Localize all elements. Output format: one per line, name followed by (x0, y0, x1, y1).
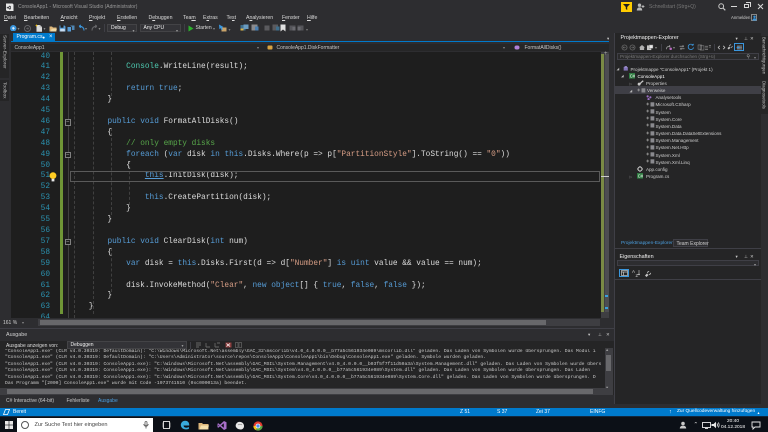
svg-text:C#: C# (629, 73, 635, 78)
svg-text:C#: C# (637, 174, 643, 179)
svg-text:Z: Z (635, 273, 638, 277)
